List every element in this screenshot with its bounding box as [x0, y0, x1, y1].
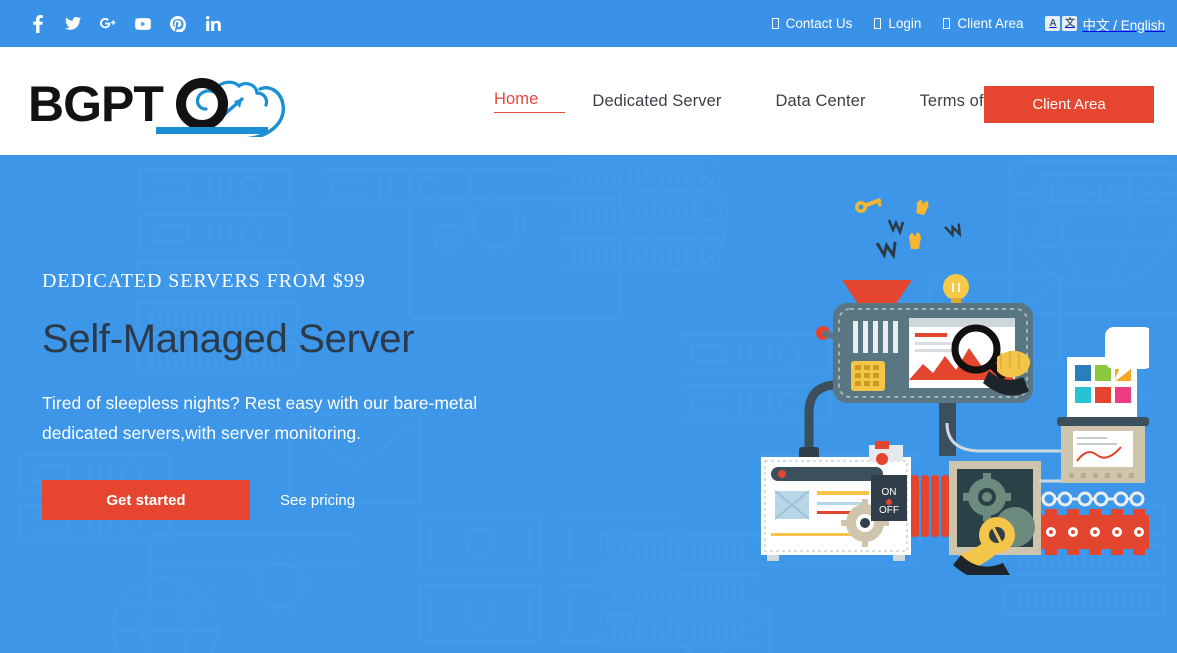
svg-text:BGPT: BGPT	[28, 76, 163, 132]
translate-icon-letter-cjk: 文	[1062, 16, 1078, 31]
hero-subtext: Tired of sleepless nights? Rest easy wit…	[42, 393, 478, 443]
linkedin-icon[interactable]	[205, 15, 221, 33]
pinterest-icon[interactable]	[170, 15, 186, 33]
svg-text:OFF: OFF	[879, 505, 899, 516]
main-nav: Home Dedicated Server Data Center Terms …	[494, 47, 1042, 155]
language-label: 中文 / English	[1082, 17, 1165, 33]
language-switcher[interactable]: A 文 中文 / English	[1045, 14, 1165, 34]
nav-item-dedicated-server[interactable]: Dedicated Server	[565, 92, 748, 111]
client-area-button[interactable]: Client Area	[984, 86, 1154, 123]
lock-icon	[943, 18, 951, 29]
left-panel-box: ON OFF	[761, 441, 911, 561]
server-machine-illustration: ON OFF	[761, 197, 1149, 575]
hero-section: DEDICATED SERVERS FROM $99 Self-Managed …	[0, 155, 1177, 653]
bgpto-logo[interactable]: BGPT	[28, 67, 318, 141]
hero-eyebrow: DEDICATED SERVERS FROM $99	[42, 270, 366, 292]
youtube-icon[interactable]	[135, 15, 151, 33]
google-plus-icon[interactable]	[100, 15, 116, 33]
client-area-label: Client Area	[957, 16, 1024, 31]
translate-icon: A 文	[1045, 16, 1078, 31]
printer	[1061, 421, 1145, 483]
get-started-button[interactable]: Get started	[42, 480, 250, 520]
lightbulb-icon	[943, 274, 969, 305]
contact-us-link[interactable]: Contact Us	[771, 16, 853, 31]
user-icon	[874, 18, 882, 29]
see-pricing-link[interactable]: See pricing	[280, 492, 355, 509]
hero-content: DEDICATED SERVERS FROM $99 Self-Managed …	[42, 270, 562, 520]
site-header: BGPT Home Dedicated Server Data Center T…	[0, 47, 1177, 155]
client-area-link[interactable]: Client Area	[943, 16, 1023, 31]
translate-icon-letter-a: A	[1045, 16, 1061, 31]
floating-keys	[855, 197, 962, 260]
svg-text:ON: ON	[882, 487, 897, 498]
hero-headline: Self-Managed Server	[42, 317, 415, 361]
login-label: Login	[888, 16, 922, 31]
contact-us-label: Contact Us	[785, 16, 853, 31]
facebook-icon[interactable]	[30, 14, 46, 33]
login-link[interactable]: Login	[874, 16, 921, 31]
nav-item-home[interactable]: Home	[494, 90, 566, 113]
page-root: Contact Us Login Client Area A 文 中文 / En…	[0, 0, 1177, 653]
social-links	[30, 14, 221, 33]
main-machine	[816, 303, 1033, 403]
conveyor-chain	[1041, 491, 1149, 555]
nav-item-data-center[interactable]: Data Center	[749, 92, 893, 111]
top-right-links: Contact Us Login Client Area A 文 中文 / En…	[771, 14, 1165, 34]
envelope-icon	[771, 18, 779, 29]
twitter-icon[interactable]	[65, 15, 81, 33]
gear-box	[949, 461, 1041, 575]
hero-cta-row: Get started See pricing	[42, 480, 562, 520]
top-utility-bar: Contact Us Login Client Area A 文 中文 / En…	[0, 0, 1177, 47]
